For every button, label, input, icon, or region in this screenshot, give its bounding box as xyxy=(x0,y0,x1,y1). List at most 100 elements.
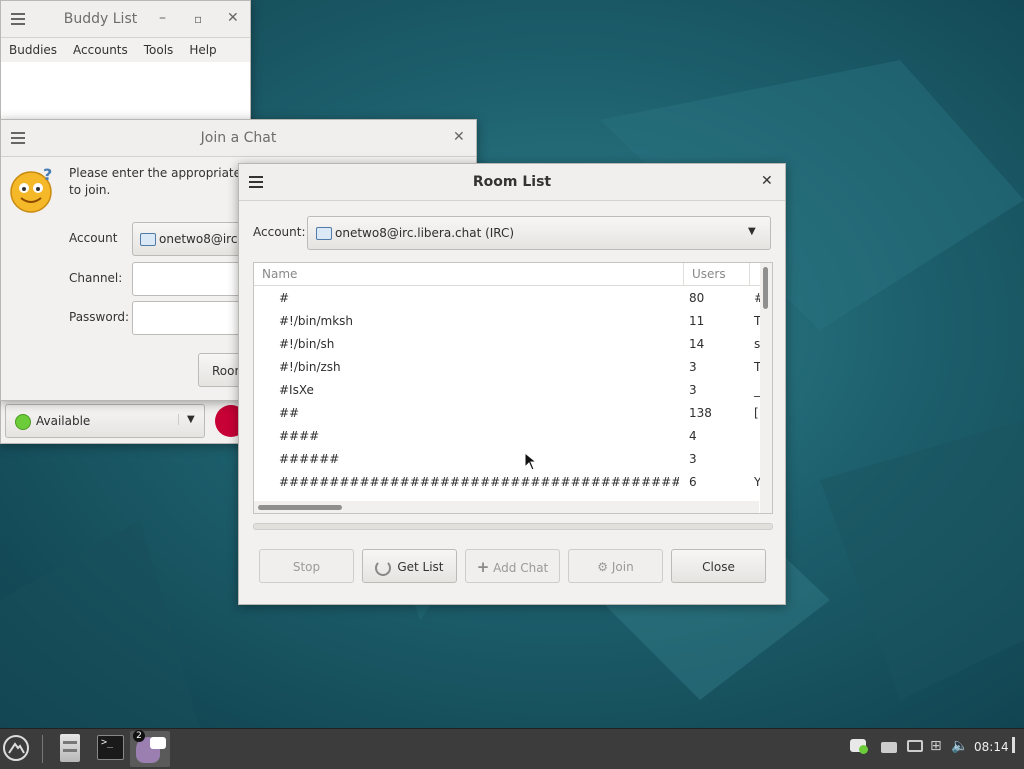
scrollbar-thumb[interactable] xyxy=(258,505,342,510)
channel-input[interactable] xyxy=(132,262,252,296)
refresh-icon xyxy=(375,559,392,576)
status-selector[interactable]: Available ▼ xyxy=(5,404,205,438)
table-row[interactable]: #80# xyxy=(254,286,764,309)
account-value: onetwo8@irc.libera.chat (IRC) xyxy=(335,226,515,240)
room-users: 138 xyxy=(689,406,712,420)
window-title: Room List xyxy=(472,174,552,190)
button-label: Close xyxy=(702,560,735,574)
menu-help[interactable]: Help xyxy=(181,38,224,57)
close-button[interactable]: Close xyxy=(671,549,766,583)
room-users: 4 xyxy=(689,429,697,443)
password-input[interactable] xyxy=(132,301,252,335)
account-label: Account: xyxy=(253,225,306,239)
table-row[interactable]: ########################################… xyxy=(254,470,761,493)
room-list-titlebar[interactable]: Room List ✕ xyxy=(239,164,785,201)
chevron-down-icon: ▼ xyxy=(178,414,195,425)
close-icon[interactable]: ✕ xyxy=(453,129,465,145)
table-row[interactable]: #!/bin/sh 14 s xyxy=(254,332,760,355)
button-label: Get List xyxy=(397,560,444,574)
account-selector[interactable]: onetwo8@irc.libera.chat (IRC) ▼ xyxy=(307,216,771,250)
chat-icon xyxy=(140,233,156,246)
get-list-button[interactable]: Get List xyxy=(362,549,457,583)
room-name: #!/bin/zsh xyxy=(279,360,341,374)
window-title: Buddy List xyxy=(63,11,138,27)
column-name[interactable]: Name xyxy=(262,267,297,281)
scrollbar-thumb[interactable] xyxy=(763,267,768,309)
chevron-down-icon: ▼ xyxy=(748,226,756,237)
room-users: 80 xyxy=(689,291,705,305)
table-row[interactable]: #### 4 xyxy=(254,424,759,447)
table-row[interactable]: #IsXe 3 _ xyxy=(254,378,760,401)
column-users[interactable]: Users xyxy=(692,267,726,281)
room-users: 3 xyxy=(689,360,697,374)
room-users: 11 xyxy=(689,314,705,328)
table-row[interactable]: ## 138 [ xyxy=(254,401,759,424)
join-chat-titlebar[interactable]: Join a Chat ✕ xyxy=(1,120,476,157)
chat-bubble-icon xyxy=(150,737,166,749)
taskbar-separator xyxy=(42,735,43,763)
room-users: 14 xyxy=(689,337,705,351)
app-menu-icon[interactable] xyxy=(3,735,29,761)
room-name: #IsXe xyxy=(279,383,314,397)
room-users: 6 xyxy=(689,475,697,489)
file-manager-icon[interactable] xyxy=(60,734,80,762)
stop-button[interactable]: Stop xyxy=(259,549,354,583)
smiley-icon: ? xyxy=(10,166,52,213)
taskbar: >_ 2 ⊞ 🔈 08:14 xyxy=(0,728,1024,769)
password-label: Password: xyxy=(69,310,130,324)
account-selector[interactable]: onetwo8@irc.l xyxy=(132,222,252,256)
chat-icon xyxy=(316,227,332,240)
menu-accounts[interactable]: Accounts xyxy=(65,38,136,57)
power-icon[interactable] xyxy=(1012,737,1015,753)
room-name: #### xyxy=(279,429,320,443)
table-row[interactable]: #!/bin/zsh 3 T xyxy=(254,355,761,378)
clock[interactable]: 08:14 xyxy=(974,740,1009,754)
pidgin-taskbar-button[interactable]: 2 xyxy=(130,730,170,767)
svg-text:?: ? xyxy=(43,166,52,184)
volume-icon[interactable]: 🔈 xyxy=(951,738,968,754)
progress-bar xyxy=(253,523,773,530)
room-users: 3 xyxy=(689,452,697,466)
room-name: #!/bin/mksh xyxy=(279,314,354,328)
close-icon[interactable]: ✕ xyxy=(227,10,239,26)
room-name: ########################################… xyxy=(279,475,679,489)
buddy-list-titlebar[interactable]: Buddy List – ▫ ✕ xyxy=(1,1,250,38)
available-status-icon xyxy=(15,414,31,430)
room-users: 3 xyxy=(689,383,697,397)
horizontal-scrollbar[interactable] xyxy=(254,501,759,513)
button-label: Stop xyxy=(292,560,321,574)
maximize-icon[interactable]: ▫ xyxy=(194,12,202,26)
room-list-table[interactable]: Name Users #80# #!/bin/mksh11T #!/bin/sh… xyxy=(253,262,773,514)
room-name: # xyxy=(279,291,290,305)
window-title: Join a Chat xyxy=(200,130,277,146)
button-label: Add Chat xyxy=(493,561,549,575)
table-row[interactable]: #!/bin/mksh 11 T xyxy=(254,309,761,332)
room-name: #!/bin/sh xyxy=(279,337,335,351)
account-value: onetwo8@irc.l xyxy=(159,232,245,246)
vertical-scrollbar[interactable] xyxy=(760,263,772,513)
status-label: Available xyxy=(36,414,91,428)
minimize-icon[interactable]: – xyxy=(159,10,166,26)
add-chat-button[interactable]: + Add Chat xyxy=(465,549,560,583)
terminal-icon[interactable]: >_ xyxy=(97,735,124,760)
join-prompt: Please enter the appropriate in xyxy=(69,166,256,180)
account-label: Account xyxy=(69,231,118,245)
network-icon[interactable]: ⊞ xyxy=(930,738,942,754)
room-name: ## xyxy=(279,406,300,420)
room-topic: [ xyxy=(754,406,759,420)
pidgin-tray-icon[interactable] xyxy=(850,739,868,754)
display-icon[interactable] xyxy=(907,740,923,752)
column-divider xyxy=(749,263,750,285)
close-icon[interactable]: ✕ xyxy=(761,173,773,189)
menu-buddies[interactable]: Buddies xyxy=(1,38,65,57)
channel-label: Channel: xyxy=(69,271,123,285)
notification-badge: 2 xyxy=(133,730,145,742)
printer-icon[interactable] xyxy=(881,742,897,753)
join-icon: ⚙ xyxy=(597,560,609,574)
join-prompt-line2: to join. xyxy=(69,183,111,197)
mouse-cursor xyxy=(524,452,538,471)
menu-tools[interactable]: Tools xyxy=(136,38,182,57)
join-button[interactable]: ⚙ Join xyxy=(568,549,663,583)
table-row[interactable]: ###### 3 xyxy=(254,447,759,470)
room-name: ###### xyxy=(279,452,340,466)
